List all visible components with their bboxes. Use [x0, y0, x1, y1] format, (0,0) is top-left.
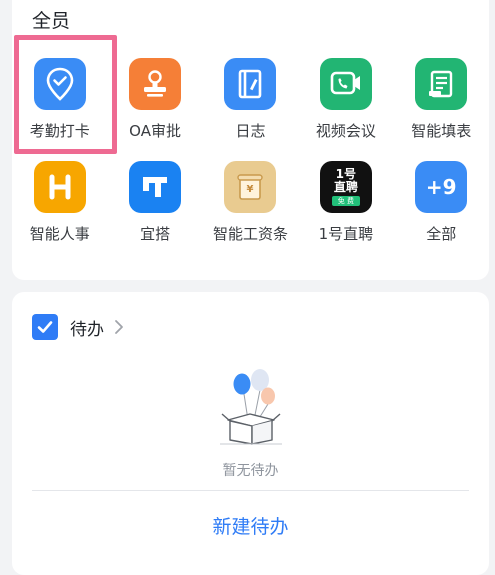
app-oa-approval[interactable]: OA审批 — [107, 58, 202, 161]
section-title: 全员 — [32, 10, 71, 32]
new-todo-button[interactable]: 新建待办 — [12, 512, 489, 539]
zhipin-icon: 1号 直聘 免 费 — [319, 161, 372, 213]
app-payslip[interactable]: ¥ 智能工资条 — [203, 161, 298, 264]
app-yida[interactable]: 宜搭 — [107, 161, 202, 264]
app-video-meeting[interactable]: 视频会议 — [298, 58, 393, 161]
journal-pen-icon — [224, 58, 277, 110]
app-grid: 考勤打卡 OA审批 日志 视频会议 智能填表 智能人事 宜搭 ¥ 智能工资条 1… — [12, 58, 489, 264]
chevron-right-icon — [115, 320, 123, 334]
svg-text:¥: ¥ — [247, 184, 254, 195]
empty-state-text: 暂无待办 — [222, 463, 279, 479]
video-call-icon — [319, 58, 372, 110]
payslip-icon: ¥ — [224, 161, 277, 213]
form-icon — [415, 58, 468, 110]
app-label: 全部 — [426, 225, 457, 243]
more-apps-icon: +9 — [415, 161, 468, 213]
app-label: 1号直聘 — [318, 225, 374, 243]
todo-card: 待办 暂无待办 新建待办 — [12, 292, 489, 575]
app-attendance[interactable]: 考勤打卡 — [12, 58, 107, 161]
app-label: 智能工资条 — [212, 225, 288, 243]
app-label: 智能填表 — [411, 122, 472, 140]
todo-title: 待办 — [70, 319, 104, 340]
app-label: 智能人事 — [29, 225, 90, 243]
zhipin-icon-text-mid: 直聘 — [333, 180, 358, 194]
app-zhipin[interactable]: 1号 直聘 免 费 1号直聘 — [298, 161, 393, 264]
location-check-icon — [33, 58, 86, 110]
empty-box-balloons-icon — [220, 369, 282, 445]
todo-header[interactable]: 待办 — [32, 314, 124, 340]
checkbox-icon — [32, 314, 58, 340]
app-label: 考勤打卡 — [29, 122, 90, 140]
hr-h-icon — [33, 161, 86, 213]
yida-icon — [129, 161, 182, 213]
app-label: 视频会议 — [315, 122, 376, 140]
app-all[interactable]: +9 全部 — [394, 161, 489, 264]
divider — [32, 490, 469, 491]
all-staff-apps-card: 全员 考勤打卡 OA审批 日志 视频会议 智能填表 智能人事 宜搭 ¥ 智能工资… — [12, 0, 489, 280]
app-journal[interactable]: 日志 — [203, 58, 298, 161]
app-smart-form[interactable]: 智能填表 — [394, 58, 489, 161]
app-label: 宜搭 — [140, 225, 171, 243]
stamp-icon — [129, 58, 182, 110]
app-label: OA审批 — [129, 122, 181, 140]
app-smart-hr[interactable]: 智能人事 — [12, 161, 107, 264]
more-count: +9 — [425, 175, 457, 199]
app-label: 日志 — [235, 122, 266, 140]
free-badge: 免 费 — [331, 196, 360, 206]
